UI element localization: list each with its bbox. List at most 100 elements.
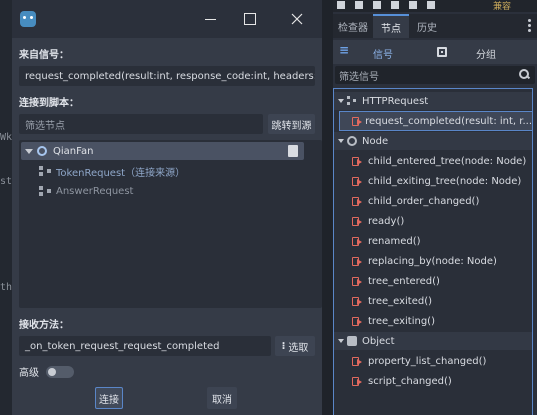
signal-label: replacing_by(node: Node) [368, 255, 497, 267]
receiver-method-label: 接收方法： [19, 320, 69, 331]
signal-item[interactable]: child_order_changed() [352, 192, 479, 210]
advanced-toggle[interactable] [46, 366, 74, 378]
background-editor: Wk st th [0, 0, 12, 415]
run-scene-icon[interactable] [391, 1, 399, 9]
signal-icon [352, 196, 363, 206]
signal-group-node[interactable]: Node [334, 132, 532, 150]
more-options-icon[interactable] [528, 19, 531, 33]
collapse-arrow-icon[interactable] [338, 99, 344, 103]
search-icon [519, 69, 529, 79]
signal-label: script_changed() [368, 375, 452, 387]
signal-item[interactable]: replacing_by(node: Node) [352, 252, 497, 270]
tab-groups[interactable]: 分组 [476, 46, 496, 61]
dialog-body: 来自信号： request_completed(result:int, resp… [12, 38, 322, 415]
play-icon[interactable] [337, 1, 345, 9]
tab-history[interactable]: 历史 [409, 14, 445, 38]
signal-item[interactable]: child_exiting_tree(node: Node) [352, 172, 521, 190]
signal-icon [352, 276, 363, 286]
signal-tree: HTTPRequest request_completed(result: in… [333, 88, 533, 415]
tree-item-token-request[interactable]: TokenRequest（连接来源） [39, 162, 185, 180]
connect-button[interactable]: 连接 [95, 387, 123, 409]
signal-item[interactable]: ready() [352, 212, 404, 230]
dialog-titlebar[interactable] [12, 0, 322, 38]
signal-item[interactable]: child_entered_tree(node: Node) [352, 152, 526, 170]
close-icon [291, 13, 303, 25]
signal-field: request_completed(result:int, response_c… [19, 66, 315, 86]
code-fragment: st [0, 176, 13, 187]
tab-node[interactable]: 节点 [373, 14, 409, 38]
stop-icon[interactable] [373, 1, 381, 9]
signal-icon [352, 316, 363, 326]
script-icon[interactable] [288, 145, 298, 157]
cancel-button[interactable]: 取消 [207, 387, 237, 409]
signal-item[interactable]: tree_exiting() [352, 312, 435, 330]
collapse-arrow-icon[interactable] [338, 339, 344, 343]
dock-tabs: 检查器 节点 历史 [333, 14, 537, 38]
http-request-icon [39, 166, 51, 176]
object-icon [347, 336, 357, 346]
from-signal-label: 来自信号： [19, 50, 69, 61]
node-icon [347, 136, 357, 146]
signal-group-object[interactable]: Object [334, 332, 532, 350]
signal-group-httprequest[interactable]: HTTPRequest [334, 92, 532, 110]
close-button[interactable] [284, 8, 310, 30]
node-tree: QianFan TokenRequest（连接来源） AnswerRequest [19, 140, 322, 308]
tree-item-qianfan[interactable]: QianFan [21, 142, 304, 160]
signal-item[interactable]: renamed() [352, 232, 421, 250]
signal-icon [352, 296, 363, 306]
goto-source-button[interactable]: 跳转到源 [268, 114, 315, 134]
signal-label: child_order_changed() [368, 195, 480, 207]
info-icon: ⁝ [281, 340, 286, 352]
code-fragment: Wk [0, 132, 13, 143]
signal-label: tree_exiting() [368, 315, 435, 327]
top-toolbar: 兼容 [333, 0, 537, 12]
run-custom-icon[interactable] [409, 1, 417, 9]
signal-filter-input[interactable]: 筛选信号 [335, 66, 535, 84]
tree-item-label: AnswerRequest [56, 185, 134, 197]
tab-inspector[interactable]: 检查器 [333, 14, 373, 38]
code-fragment: th [0, 282, 13, 293]
tab-signals[interactable]: 信号 [373, 46, 393, 61]
renderer-label[interactable]: 兼容 [493, 0, 511, 12]
group-tab-icon[interactable] [437, 47, 447, 57]
node-subtabs: 信号 分组 [333, 40, 537, 64]
signal-label: tree_exited() [368, 295, 433, 307]
minimize-button[interactable] [197, 8, 223, 30]
signal-icon [352, 176, 363, 186]
connect-to-script-label: 连接到脚本： [19, 98, 79, 109]
signal-item[interactable]: tree_entered() [352, 272, 440, 290]
signal-label: tree_entered() [368, 275, 440, 287]
node-filter-input[interactable]: 筛选节点 [19, 114, 263, 134]
godot-logo-icon [20, 11, 36, 27]
group-label: HTTPRequest [362, 95, 429, 107]
tree-item-label: TokenRequest（连接来源） [56, 167, 186, 179]
expand-arrow-icon[interactable] [25, 148, 33, 154]
signal-item[interactable]: request_completed(result: int, r... [339, 111, 533, 131]
receiver-method-input[interactable]: _on_token_request_request_completed [19, 336, 271, 356]
tree-item-answer-request[interactable]: AnswerRequest [39, 182, 133, 200]
signal-icon [352, 116, 363, 126]
signal-icon [352, 356, 363, 366]
signal-icon [352, 156, 363, 166]
maximize-button[interactable] [237, 8, 263, 30]
pick-button-label: 选取 [288, 342, 309, 354]
advanced-label: 高级 [19, 368, 39, 379]
node-icon [37, 146, 47, 156]
signal-item[interactable]: script_changed() [352, 372, 452, 390]
signal-label: ready() [368, 215, 405, 227]
signal-label: child_exiting_tree(node: Node) [368, 175, 522, 187]
pause-icon[interactable] [355, 1, 363, 9]
signal-label: renamed() [368, 235, 421, 247]
signal-filter-placeholder: 筛选信号 [339, 71, 379, 83]
signal-item[interactable]: tree_exited() [352, 292, 432, 310]
pick-method-button[interactable]: ⁝ 选取 [275, 336, 315, 356]
collapse-arrow-icon[interactable] [338, 139, 344, 143]
movie-icon[interactable] [427, 1, 435, 9]
signal-label: request_completed(result: int, r... [365, 115, 532, 127]
node-dock: 兼容 检查器 节点 历史 信号 分组 筛选信号 HTTPRequest requ… [333, 0, 537, 415]
http-request-icon [347, 96, 357, 106]
signal-tab-icon[interactable] [339, 43, 349, 57]
signal-icon [352, 376, 363, 386]
connect-signal-dialog: 来自信号： request_completed(result:int, resp… [12, 0, 322, 415]
signal-item[interactable]: property_list_changed() [352, 352, 486, 370]
